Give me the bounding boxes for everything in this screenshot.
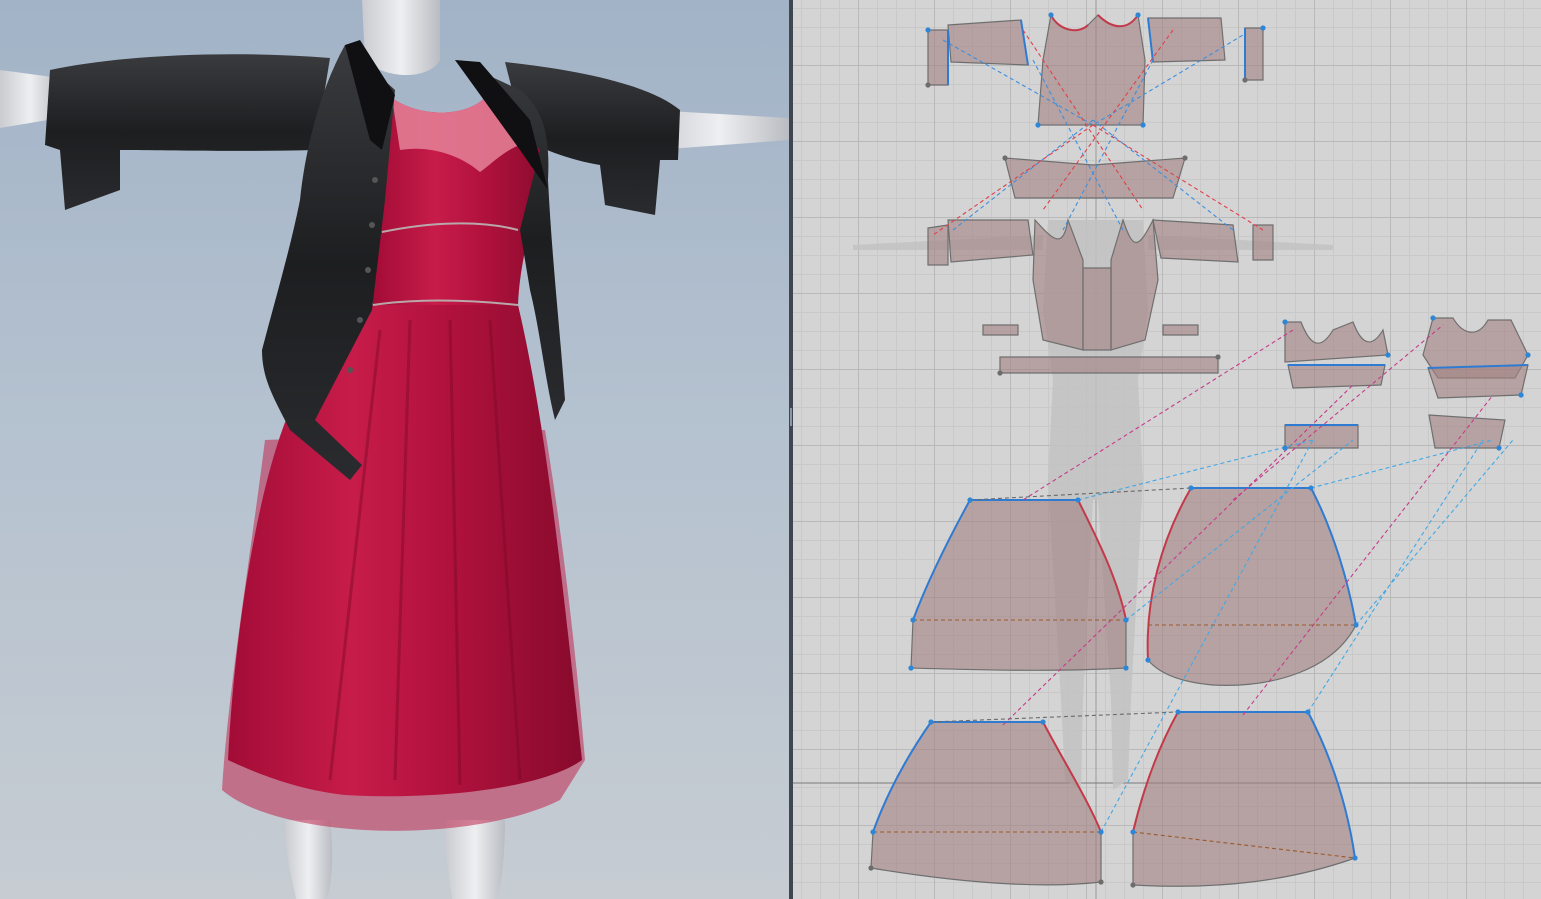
jacket-right-sleeve-piece[interactable] [1147, 17, 1226, 63]
avatar-right-leg [445, 820, 505, 899]
jacket-pattern-group [927, 13, 1274, 374]
jacket-left-sleeve [45, 54, 330, 210]
jacket-front-sleeve-right[interactable] [1152, 219, 1239, 263]
jacket-front-left-sleeve[interactable] [927, 224, 949, 266]
garment-design-app [0, 0, 1541, 899]
3d-viewport[interactable] [0, 0, 789, 899]
jacket-left-sleeve-piece[interactable] [947, 19, 1029, 66]
jacket-front-sleeve-left[interactable] [947, 219, 1034, 263]
bodice-waist-front[interactable] [1287, 364, 1386, 389]
jacket-placket[interactable] [1082, 267, 1112, 351]
jacket-tab-left[interactable] [982, 324, 1019, 336]
splitter-grip[interactable] [790, 408, 792, 426]
jacket-tab-right[interactable] [1162, 324, 1199, 336]
2d-pattern-viewport[interactable] [793, 0, 1541, 899]
jacket-left-cuff[interactable] [927, 29, 949, 86]
bodice-waist-back[interactable] [1427, 364, 1529, 399]
3d-scene [0, 0, 789, 899]
bodice-front[interactable] [1284, 321, 1389, 363]
underskirt-back[interactable] [1132, 711, 1356, 887]
jacket-front-right-cuff[interactable] [1252, 224, 1274, 261]
jacket-back[interactable] [1037, 13, 1146, 126]
jacket-right-cuff[interactable] [1244, 27, 1264, 81]
pattern-canvas [793, 0, 1541, 899]
avatar-left-leg [285, 820, 333, 899]
bodice-pattern-group [1284, 317, 1529, 449]
jacket-front-body[interactable] [1032, 217, 1084, 351]
bodice-band-right[interactable] [1428, 414, 1506, 449]
jacket-waistband[interactable] [999, 356, 1219, 374]
skirt-front[interactable] [910, 499, 1127, 671]
